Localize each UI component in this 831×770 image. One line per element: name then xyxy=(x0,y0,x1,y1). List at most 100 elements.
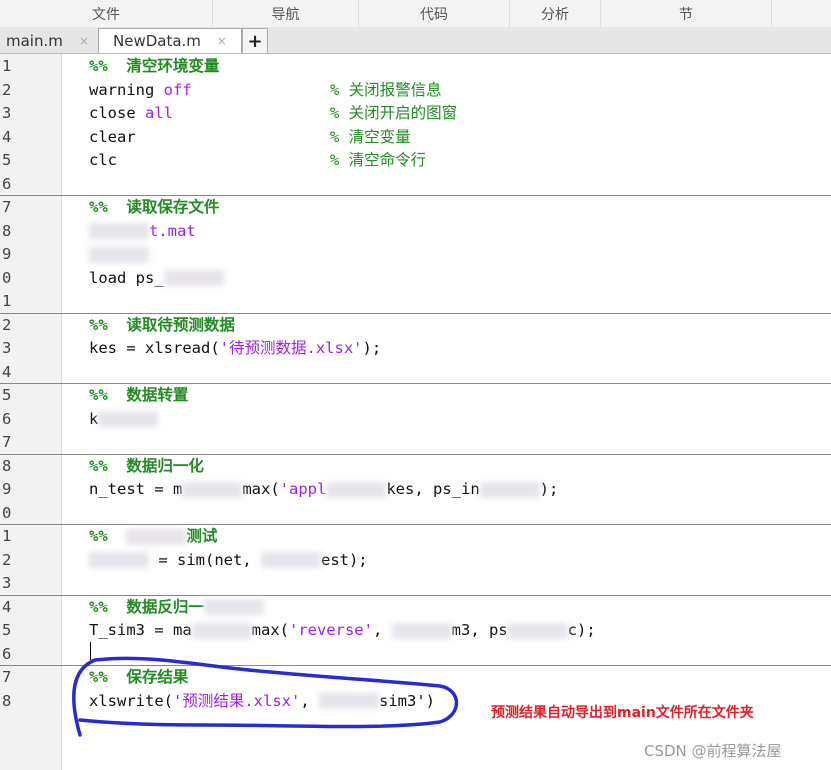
code-token: %% 数据归一化 xyxy=(89,456,204,475)
code-line[interactable]: 5 %% 数据转置 xyxy=(0,384,831,407)
code-line[interactable]: 3 kes = xlsread('待预测数据.xlsx'); xyxy=(0,337,831,360)
new-tab-button[interactable]: + xyxy=(242,28,268,53)
code-line[interactable]: 1 %% 清空环境变量 xyxy=(0,55,831,78)
code-token: ) xyxy=(425,691,436,710)
code-line[interactable]: 2 warning off % 关闭报警信息 xyxy=(0,79,831,102)
code-token: 测试 xyxy=(186,527,218,545)
line-number: 8 xyxy=(2,456,12,475)
code-text: = sim(net, est); xyxy=(89,549,368,572)
ribbon-section-section[interactable]: 节 xyxy=(601,0,772,27)
line-number: 4 xyxy=(2,362,12,381)
code-token: %% 读取待预测数据 xyxy=(89,315,235,334)
code-text: n_test = m max('appl kes, ps_in); xyxy=(89,478,558,501)
code-line[interactable]: 3 close all % 关闭开启的图窗 xyxy=(0,102,831,125)
line-number: 9 xyxy=(2,480,12,498)
watermark: CSDN @前程算法屋 xyxy=(644,742,782,760)
redacted-region xyxy=(507,622,568,639)
code-text: clc xyxy=(89,149,117,172)
line-number: 1 xyxy=(2,292,12,310)
code-line[interactable]: 4 xyxy=(0,361,831,384)
code-line[interactable]: 2 %% 读取待预测数据 xyxy=(0,314,831,337)
text-cursor xyxy=(90,642,91,660)
tab-label: NewData.m xyxy=(113,32,201,50)
line-number: 9 xyxy=(2,245,12,263)
code-line[interactable]: 7 xyxy=(0,431,831,454)
ribbon-section-file[interactable]: 文件 xyxy=(0,0,213,27)
code-text: %% 数据反归一 xyxy=(89,596,264,619)
code-line[interactable]: 8 t.mat xyxy=(0,220,831,243)
code-line[interactable]: 0 xyxy=(0,502,831,525)
code-token: '预测结果.xlsx' xyxy=(173,691,301,710)
code-text: close all xyxy=(89,102,173,125)
code-line[interactable]: 6 xyxy=(0,643,831,666)
code-token: %% xyxy=(89,527,127,545)
code-text: k xyxy=(89,408,159,431)
code-line[interactable]: 9 n_test = m max('appl kes, ps_in); xyxy=(0,478,831,501)
code-token: t.mat xyxy=(149,221,196,240)
redacted-region xyxy=(126,528,187,545)
ribbon-section-code[interactable]: 代码 xyxy=(359,0,510,27)
code-token: close xyxy=(89,104,145,122)
ribbon-section-navigate[interactable]: 导航 xyxy=(213,0,359,27)
close-icon[interactable]: × xyxy=(79,34,89,48)
line-number: 2 xyxy=(2,550,12,569)
code-line[interactable]: 7 %% 读取保存文件 xyxy=(0,196,831,219)
code-token: , xyxy=(372,621,392,639)
code-token: %% 保存结果 xyxy=(89,668,189,686)
redacted-region xyxy=(319,693,379,709)
redacted-region xyxy=(98,411,159,427)
code-token: = sim(net, xyxy=(149,550,261,569)
code-line[interactable]: 5 T_sim3 = ma max('reverse', m3, ps c); xyxy=(0,619,831,642)
redacted-region xyxy=(163,270,224,286)
redacted-region xyxy=(89,246,149,263)
line-number: 7 xyxy=(2,198,12,216)
code-line[interactable]: 3 xyxy=(0,572,831,595)
code-line[interactable]: 2 = sim(net, est); xyxy=(0,549,831,572)
line-number: 2 xyxy=(2,80,12,99)
code-token: 'appl xyxy=(279,480,327,498)
ribbon-section-analyze[interactable]: 分析 xyxy=(510,0,601,27)
line-number: 4 xyxy=(2,127,12,146)
code-line[interactable]: 6 xyxy=(0,173,831,196)
code-line[interactable]: 8 %% 数据归一化 xyxy=(0,455,831,478)
code-token: '待预测数据.xlsx' xyxy=(219,339,363,357)
code-token: all xyxy=(145,104,173,122)
line-number: 5 xyxy=(2,621,12,639)
code-text: t.mat xyxy=(89,220,196,243)
code-line[interactable]: 7 %% 保存结果 xyxy=(0,666,831,689)
code-text: %% 清空环境变量 xyxy=(89,55,219,78)
code-token: %% 清空环境变量 xyxy=(89,57,220,75)
code-line[interactable]: 5 clc % 清空命令行 xyxy=(0,149,831,172)
close-icon[interactable]: × xyxy=(217,34,227,48)
code-token: max( xyxy=(242,480,280,498)
line-number: 8 xyxy=(2,221,12,240)
tab-main-m[interactable]: main.m × xyxy=(0,28,98,53)
line-number: 6 xyxy=(2,174,12,193)
redacted-region xyxy=(191,622,252,639)
redacted-region xyxy=(203,599,264,615)
code-line[interactable]: 4 %% 数据反归一 xyxy=(0,596,831,619)
code-token: sim3' xyxy=(379,691,426,710)
code-line[interactable]: 1%% 测试 xyxy=(0,525,831,548)
code-token: clc xyxy=(89,151,117,169)
line-number: 4 xyxy=(2,597,12,616)
code-token: %% 数据转置 xyxy=(89,386,189,404)
line-number: 5 xyxy=(2,151,12,169)
code-token: %% 数据反归一 xyxy=(89,597,204,616)
code-text: xlswrite('预测结果.xlsx', sim3') xyxy=(89,690,435,713)
code-line[interactable]: 6k xyxy=(0,408,831,431)
toolstrip-ribbon: 文件 导航 代码 分析 节 xyxy=(0,0,831,28)
code-token: n_test = m xyxy=(89,480,183,498)
code-token: 'reverse' xyxy=(288,621,373,639)
code-token: kes, ps_in xyxy=(386,480,480,498)
code-token: k xyxy=(89,409,99,428)
code-token: clear xyxy=(89,127,136,146)
code-line[interactable]: 1 xyxy=(0,290,831,313)
code-line[interactable]: 0 load ps_ xyxy=(0,267,831,290)
line-number: 3 xyxy=(2,574,12,592)
line-number: 7 xyxy=(2,668,12,686)
code-line[interactable]: 4 clear % 清空变量 xyxy=(0,126,831,149)
code-line[interactable]: 9 xyxy=(0,243,831,266)
code-text: %% 读取保存文件 xyxy=(89,196,219,219)
tab-newdata-m[interactable]: NewData.m × xyxy=(98,28,242,53)
